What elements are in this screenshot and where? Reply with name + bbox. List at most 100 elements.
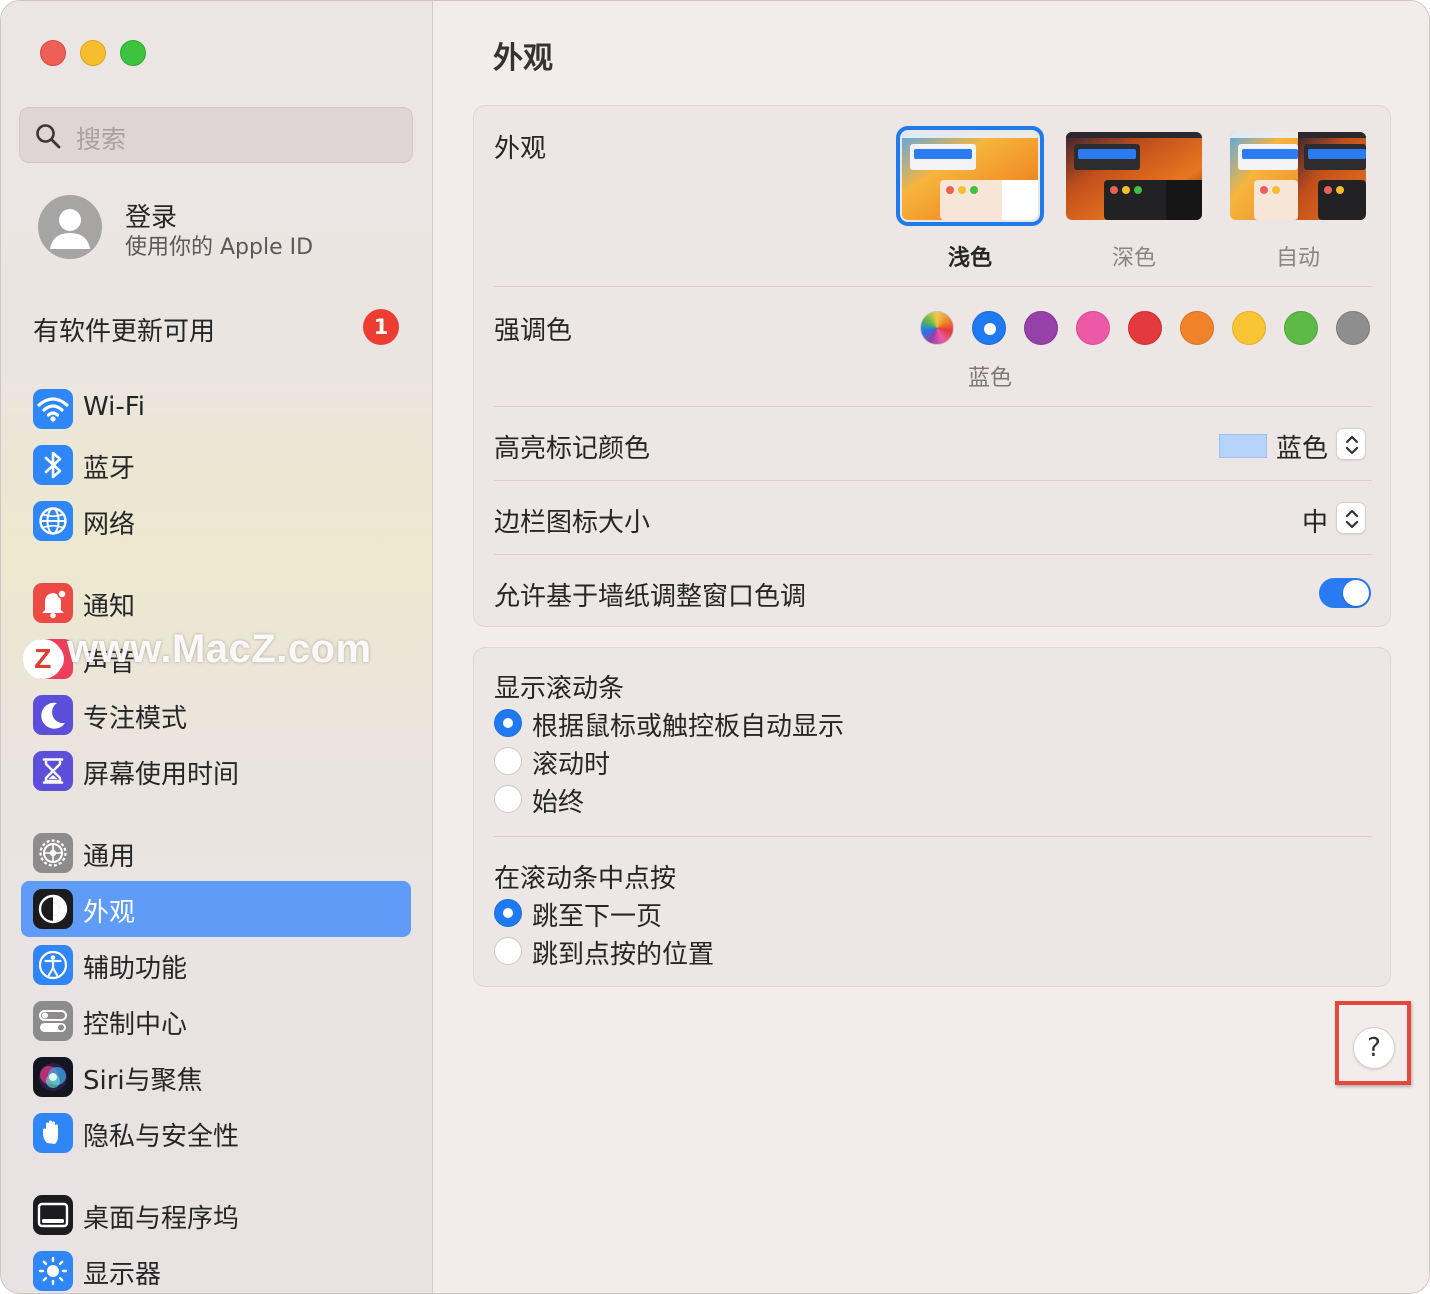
- wallpaper-tint-label: 允许基于墙纸调整窗口色调: [494, 582, 807, 612]
- theme-dark-option[interactable]: [1060, 126, 1208, 226]
- sidebar-item-label: 网络: [83, 510, 136, 540]
- avatar: [38, 195, 102, 259]
- hourglass-icon: [33, 751, 73, 791]
- theme-dark-label: 深色: [1111, 246, 1156, 271]
- sidebar-item-focus[interactable]: 专注模式: [21, 687, 411, 743]
- accent-purple-swatch[interactable]: [1024, 311, 1058, 345]
- radio-label: 跳到点按的位置: [532, 940, 715, 970]
- theme-auto-label: 自动: [1275, 246, 1320, 271]
- search-icon: [36, 124, 61, 149]
- sidebar-item-siri[interactable]: Siri与聚焦: [21, 1049, 411, 1105]
- sidebar-item-notifications[interactable]: 通知: [21, 575, 411, 631]
- wifi-icon: [33, 389, 73, 429]
- system-settings-window: 搜索 登录 使用你的 Apple ID 有软件更新可用 1 Wi-Fi 蓝牙 网…: [0, 0, 1430, 1294]
- page-title: 外观: [493, 41, 553, 76]
- highlight-color-label: 高亮标记颜色: [494, 434, 651, 464]
- close-window-button[interactable]: [40, 40, 66, 66]
- sidebar-item-desktop-dock[interactable]: 桌面与程序坞: [21, 1187, 411, 1243]
- moon-icon: [33, 695, 73, 735]
- radio-label: 始终: [532, 788, 585, 818]
- sidebar-item-label: 控制中心: [83, 1010, 188, 1040]
- search-field[interactable]: 搜索: [19, 107, 413, 163]
- sidebar-icon-size-popup-button[interactable]: [1336, 502, 1366, 534]
- sidebar-item-screen-time[interactable]: 屏幕使用时间: [21, 743, 411, 799]
- radio-button[interactable]: [494, 899, 522, 927]
- dark-theme-thumbnail: [1066, 132, 1202, 220]
- scrollbar-settings-card: 显示滚动条 根据鼠标或触控板自动显示 滚动时 始终 在滚动条中点按 跳至下一页: [473, 647, 1391, 987]
- divider: [494, 554, 1372, 555]
- sidebar-item-control-center[interactable]: 控制中心: [21, 993, 411, 1049]
- radio-button[interactable]: [494, 785, 522, 813]
- theme-auto-option[interactable]: [1224, 126, 1372, 226]
- sidebar-icon-size-label: 边栏图标大小: [494, 508, 651, 538]
- appearance-icon: [33, 889, 73, 929]
- accent-green-swatch[interactable]: [1284, 311, 1318, 345]
- divider: [494, 480, 1372, 481]
- highlight-color-preview: [1219, 434, 1267, 458]
- sidebar-item-appearance[interactable]: 外观: [21, 881, 411, 937]
- radio-button[interactable]: [494, 747, 522, 775]
- accent-graphite-swatch[interactable]: [1336, 311, 1370, 345]
- sidebar-item-bluetooth[interactable]: 蓝牙: [21, 437, 411, 493]
- chevron-up-down-icon: [1345, 435, 1359, 455]
- light-theme-thumbnail: [902, 132, 1038, 220]
- sidebar-item-label: 桌面与程序坞: [83, 1204, 240, 1234]
- divider: [494, 406, 1372, 407]
- sidebar-icon-size-value[interactable]: 中: [1302, 502, 1328, 539]
- accent-orange-swatch[interactable]: [1180, 311, 1214, 345]
- click-scrollbar-label: 在滚动条中点按: [494, 864, 677, 894]
- radio-jump-clicked-spot[interactable]: 跳到点按的位置: [494, 934, 1094, 970]
- minimize-window-button[interactable]: [80, 40, 106, 66]
- toggle-knob: [1343, 580, 1369, 606]
- zoom-window-button[interactable]: [120, 40, 146, 66]
- wallpaper-tint-toggle[interactable]: [1319, 578, 1371, 608]
- chevron-up-down-icon: [1345, 509, 1359, 529]
- watermark-logo: Z: [23, 639, 63, 679]
- hand-icon: [33, 1113, 73, 1153]
- accessibility-icon: [33, 945, 73, 985]
- radio-scrollbars-auto[interactable]: 根据鼠标或触控板自动显示: [494, 706, 1094, 742]
- accent-color-label: 强调色: [494, 316, 573, 346]
- highlight-color-popup-button[interactable]: [1336, 428, 1366, 460]
- watermark-text: www.MacZ.com: [67, 627, 372, 671]
- sidebar-item-network[interactable]: 网络: [21, 493, 411, 549]
- help-button[interactable]: ?: [1353, 1027, 1395, 1069]
- sidebar-item-wifi[interactable]: Wi-Fi: [21, 381, 411, 437]
- radio-scrollbars-when-scrolling[interactable]: 滚动时: [494, 744, 1094, 780]
- radio-jump-next-page[interactable]: 跳至下一页: [494, 896, 1094, 932]
- annotation-highlight-box: ?: [1335, 1001, 1411, 1085]
- radio-label: 滚动时: [532, 750, 611, 780]
- sidebar-item-general[interactable]: 通用: [21, 825, 411, 881]
- divider: [494, 836, 1372, 837]
- sidebar-item-label: Wi-Fi: [83, 392, 146, 422]
- radio-button[interactable]: [494, 709, 522, 737]
- accent-multicolor-swatch[interactable]: [920, 311, 954, 345]
- accent-blue-swatch[interactable]: [972, 311, 1006, 345]
- radio-button[interactable]: [494, 937, 522, 965]
- globe-icon: [33, 501, 73, 541]
- sidebar-item-label: Siri与聚焦: [83, 1066, 203, 1096]
- theme-light-option[interactable]: [896, 126, 1044, 226]
- sidebar-item-label: 专注模式: [83, 704, 188, 734]
- auto-theme-thumbnail: [1230, 132, 1366, 220]
- sidebar-item-accessibility[interactable]: 辅助功能: [21, 937, 411, 993]
- software-update-item[interactable]: 有软件更新可用 1: [33, 307, 403, 347]
- accent-yellow-swatch[interactable]: [1232, 311, 1266, 345]
- show-scrollbars-label: 显示滚动条: [494, 674, 625, 704]
- toggles-icon: [33, 1001, 73, 1041]
- apple-id-signin[interactable]: 登录 使用你的 Apple ID: [38, 195, 418, 263]
- radio-label: 跳至下一页: [532, 902, 663, 932]
- sidebar-item-label: 通用: [83, 842, 136, 872]
- radio-scrollbars-always[interactable]: 始终: [494, 782, 1094, 818]
- siri-icon: [33, 1057, 73, 1097]
- bell-icon: [33, 583, 73, 623]
- sidebar-item-displays[interactable]: 显示器: [21, 1243, 411, 1293]
- watermark: Zwww.MacZ.com: [23, 627, 372, 679]
- sidebar-item-privacy[interactable]: 隐私与安全性: [21, 1105, 411, 1161]
- divider: [494, 286, 1372, 287]
- accent-pink-swatch[interactable]: [1076, 311, 1110, 345]
- radio-label: 根据鼠标或触控板自动显示: [532, 712, 845, 742]
- appearance-settings-card: 外观 浅色 深色 自动 强调色 蓝色 高亮标记颜色 蓝色 边栏图标大小 中 允许…: [473, 105, 1391, 627]
- highlight-color-value[interactable]: 蓝色: [1276, 428, 1328, 465]
- accent-red-swatch[interactable]: [1128, 311, 1162, 345]
